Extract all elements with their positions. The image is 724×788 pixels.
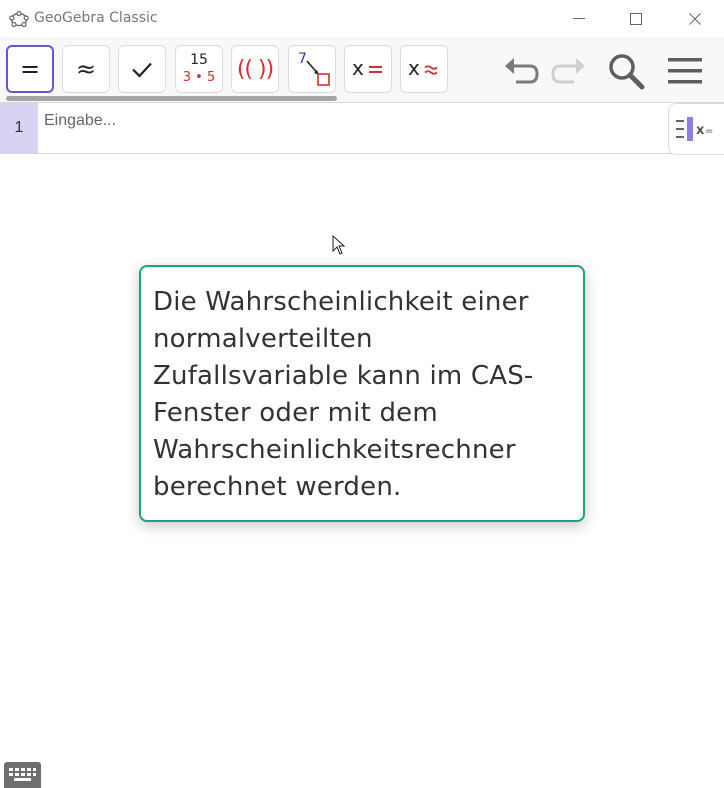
redo-icon	[551, 58, 585, 84]
solve-icon: x	[352, 57, 382, 80]
mouse-cursor-icon	[332, 235, 346, 255]
evaluate-tool-button[interactable]: =	[6, 45, 54, 93]
solve-numerically-tool-button[interactable]: x	[400, 45, 448, 93]
virtual-keyboard-button[interactable]	[4, 762, 41, 788]
maximize-button[interactable]	[607, 0, 665, 37]
toolbar-scrollbar[interactable]	[6, 96, 337, 101]
svg-text:x: x	[352, 57, 364, 80]
svg-text:x: x	[696, 123, 705, 138]
substitute-icon: 7	[298, 51, 330, 86]
keep-input-tool-button[interactable]	[118, 45, 166, 93]
svg-text:=: =	[705, 126, 713, 137]
hamburger-menu-icon	[668, 58, 702, 84]
close-icon	[689, 12, 701, 25]
equals-icon: =	[19, 55, 41, 83]
cas-input-row: 1	[0, 103, 724, 154]
numeric-tool-button[interactable]: ≈	[62, 45, 110, 93]
factor-tool-button[interactable]: 15 3 • 5	[175, 45, 223, 93]
close-button[interactable]	[666, 0, 724, 37]
algebra-view-toggle-button[interactable]: x =	[668, 103, 724, 155]
cas-toolbar: = ≈ 15 3 • 5 (( )) 7 x x	[0, 37, 724, 103]
svg-text:x: x	[408, 57, 420, 80]
geogebra-logo-icon	[9, 10, 29, 28]
cas-input-field[interactable]	[44, 108, 644, 134]
checkmark-icon	[132, 62, 152, 78]
minimize-button[interactable]	[550, 0, 608, 37]
solve-tool-button[interactable]: x	[344, 45, 392, 93]
factor-number: 15	[190, 52, 208, 68]
search-icon	[609, 54, 645, 90]
redo-button[interactable]	[548, 51, 590, 91]
title-bar: GeoGebra Classic	[0, 0, 724, 37]
substitute-number: 7	[298, 51, 307, 67]
row-number: 1	[0, 103, 38, 153]
parentheses-icon: (( ))	[236, 56, 274, 82]
keyboard-icon	[9, 768, 36, 781]
factor-product: 3 • 5	[182, 70, 216, 85]
minimize-icon	[573, 17, 585, 19]
info-tooltip-card: Die Wahrscheinlichkeit einer normalverte…	[139, 265, 585, 522]
window-title: GeoGebra Classic	[34, 10, 158, 26]
info-tooltip-text: Die Wahrscheinlichkeit einer normalverte…	[153, 287, 534, 502]
substitute-tool-button[interactable]: 7	[288, 45, 336, 93]
solve-numerically-icon: x	[408, 57, 438, 80]
maximize-icon	[630, 12, 642, 25]
approx-icon: ≈	[75, 55, 97, 83]
search-button[interactable]	[604, 49, 648, 93]
main-menu-button[interactable]	[664, 51, 706, 91]
undo-icon	[505, 58, 539, 84]
undo-button[interactable]	[500, 51, 542, 91]
factor-icon: 15 3 • 5	[183, 52, 215, 86]
expand-tool-button[interactable]: (( ))	[231, 45, 279, 93]
algebra-view-icon: x =	[675, 117, 713, 141]
